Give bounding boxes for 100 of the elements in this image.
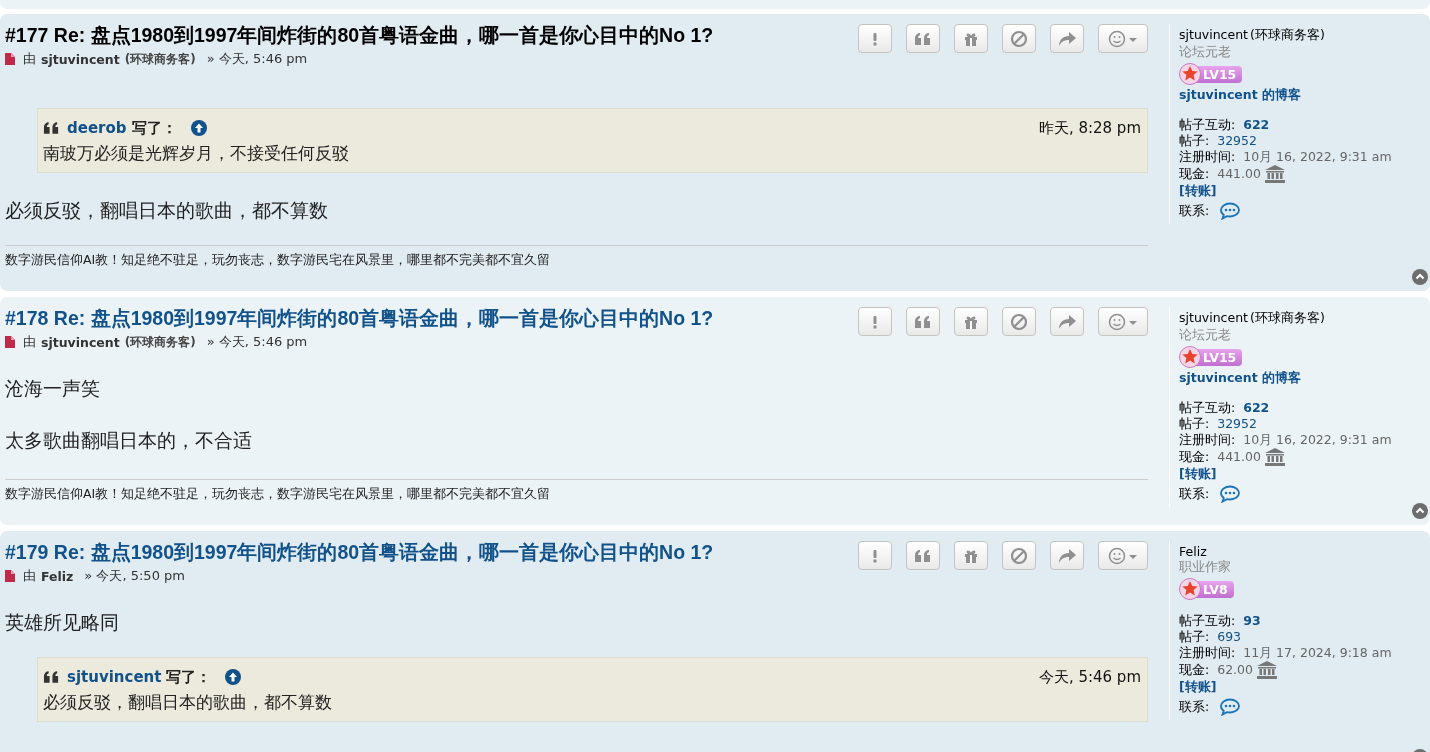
transfer-link[interactable]: [转账]	[1179, 466, 1392, 482]
field-label: 帖子互动:	[1179, 613, 1236, 629]
share-arrow-icon	[1057, 313, 1077, 330]
chat-bubble-icon[interactable]	[1219, 485, 1242, 503]
username-link[interactable]: sjtuvincent	[1179, 27, 1248, 44]
field-label: 现金:	[1179, 662, 1210, 678]
post-time: » 今天, 5:50 pm	[84, 567, 185, 585]
reaction-button[interactable]	[1098, 24, 1148, 53]
field-label: 帖子互动:	[1179, 117, 1236, 133]
post-text: 沧海一声笑	[5, 376, 101, 401]
share-arrow-icon	[1057, 30, 1077, 47]
field-value[interactable]: 693	[1217, 629, 1242, 645]
field-value: 62.00	[1217, 662, 1253, 678]
chat-bubble-icon[interactable]	[1219, 698, 1242, 716]
by-label: 由	[23, 567, 36, 585]
field-value: 11月 17, 2024, 9:18 am	[1243, 645, 1392, 661]
quote-icon	[43, 121, 60, 135]
report-button[interactable]	[858, 307, 892, 336]
reaction-button[interactable]	[1098, 541, 1148, 570]
back-to-top-icon[interactable]	[1412, 503, 1428, 519]
back-to-top-icon[interactable]	[1412, 269, 1428, 285]
field-value[interactable]: 32952	[1217, 133, 1257, 149]
quote-button[interactable]	[906, 307, 940, 336]
smiley-caret-icon	[1108, 546, 1138, 565]
field-label: 注册时间:	[1179, 645, 1236, 661]
document-icon	[5, 570, 15, 582]
block-button[interactable]	[1002, 24, 1036, 53]
author-link[interactable]: Feliz	[41, 568, 74, 584]
share-arrow-icon	[1057, 547, 1077, 564]
user-tag: (环球商务客)	[1250, 310, 1325, 327]
share-button[interactable]	[1050, 541, 1084, 570]
post-text: 太多歌曲翻唱日本的，不合适	[5, 428, 253, 453]
block-button[interactable]	[1002, 541, 1036, 570]
prohibited-icon	[1010, 29, 1028, 48]
block-button[interactable]	[1002, 307, 1036, 336]
field-value[interactable]: 32952	[1217, 416, 1257, 432]
post-time: » 今天, 5:46 pm	[206, 333, 308, 351]
contact-label: 联系:	[1179, 203, 1210, 219]
quote-button[interactable]	[906, 24, 940, 53]
quote-text: 必须反驳，翻唱日本的歌曲，都不算数	[43, 691, 333, 713]
gift-button[interactable]	[954, 307, 988, 336]
bank-icon	[1257, 661, 1277, 679]
gift-button[interactable]	[954, 541, 988, 570]
quote-time: 昨天, 8:28 pm	[1038, 118, 1141, 138]
field-label: 帖子:	[1179, 629, 1210, 645]
field-label: 注册时间:	[1179, 149, 1236, 165]
quote-icon	[914, 314, 932, 329]
quoted-user-link[interactable]: deerob	[67, 119, 127, 137]
gift-button[interactable]	[954, 24, 988, 53]
report-button[interactable]	[858, 24, 892, 53]
field-value: 10月 16, 2022, 9:31 am	[1243, 432, 1392, 448]
field-label: 现金:	[1179, 449, 1210, 465]
wrote-label: 写了：	[131, 118, 177, 138]
author-link[interactable]: sjtuvincent	[41, 51, 120, 67]
post-title[interactable]: #177 Re: 盘点1980到1997年间炸街的80首粤语金曲，哪一首是你心目中的No 1?	[5, 24, 714, 46]
quote-icon	[43, 670, 60, 684]
transfer-link[interactable]: [转账]	[1179, 183, 1392, 199]
quoted-user-link[interactable]: sjtuvincent	[67, 668, 162, 686]
post-text: 英雄所见略同	[5, 610, 120, 635]
author-tag: (环球商务客)	[124, 50, 196, 68]
field-label: 现金:	[1179, 166, 1210, 182]
reaction-button[interactable]	[1098, 307, 1148, 336]
user-tag: (环球商务客)	[1250, 27, 1325, 44]
post-title[interactable]: #179 Re: 盘点1980到1997年间炸街的80首粤语金曲，哪一首是你心目中的No 1?	[5, 541, 714, 563]
blog-link[interactable]: sjtuvincent 的博客	[1179, 87, 1392, 104]
rank-title: 论坛元老	[1179, 327, 1232, 344]
transfer-link[interactable]: [转账]	[1179, 679, 1392, 695]
quote-time: 今天, 5:46 pm	[1038, 667, 1141, 687]
share-button[interactable]	[1050, 24, 1084, 53]
username-link[interactable]: sjtuvincent	[1179, 310, 1248, 327]
post-time: » 今天, 5:46 pm	[206, 50, 308, 68]
smiley-caret-icon	[1108, 312, 1138, 331]
bank-icon	[1264, 448, 1285, 466]
field-label: 帖子互动:	[1179, 400, 1236, 416]
field-value: 441.00	[1217, 449, 1261, 465]
field-value: 93	[1243, 613, 1261, 629]
by-label: 由	[23, 50, 36, 68]
field-label: 帖子:	[1179, 133, 1210, 149]
quote-icon	[914, 31, 932, 46]
field-value: 441.00	[1217, 166, 1261, 182]
rank-title: 论坛元老	[1179, 44, 1232, 61]
post-title[interactable]: #178 Re: 盘点1980到1997年间炸街的80首粤语金曲，哪一首是你心目中的No 1?	[5, 307, 714, 329]
signature: 数字游民信仰AI教！知足绝不驻足，玩勿丧志，数字游民宅在风景里，哪里都不完美都不宜久留	[5, 479, 1148, 502]
contact-label: 联系:	[1179, 699, 1210, 715]
document-icon	[5, 336, 15, 348]
wrote-label: 写了：	[166, 667, 212, 687]
report-button[interactable]	[858, 541, 892, 570]
share-button[interactable]	[1050, 307, 1084, 336]
field-label: 帖子:	[1179, 416, 1210, 432]
quote-icon	[914, 548, 932, 563]
prohibited-icon	[1010, 546, 1028, 565]
author-link[interactable]: sjtuvincent	[41, 334, 120, 350]
field-value: 10月 16, 2022, 9:31 am	[1243, 149, 1392, 165]
prohibited-icon	[1010, 312, 1028, 331]
username-link[interactable]: Feliz	[1179, 544, 1207, 559]
quote-button[interactable]	[906, 541, 940, 570]
blog-link[interactable]: sjtuvincent 的博客	[1179, 370, 1392, 387]
chat-bubble-icon[interactable]	[1219, 202, 1242, 220]
field-label: 注册时间:	[1179, 432, 1236, 448]
document-icon	[5, 53, 15, 65]
